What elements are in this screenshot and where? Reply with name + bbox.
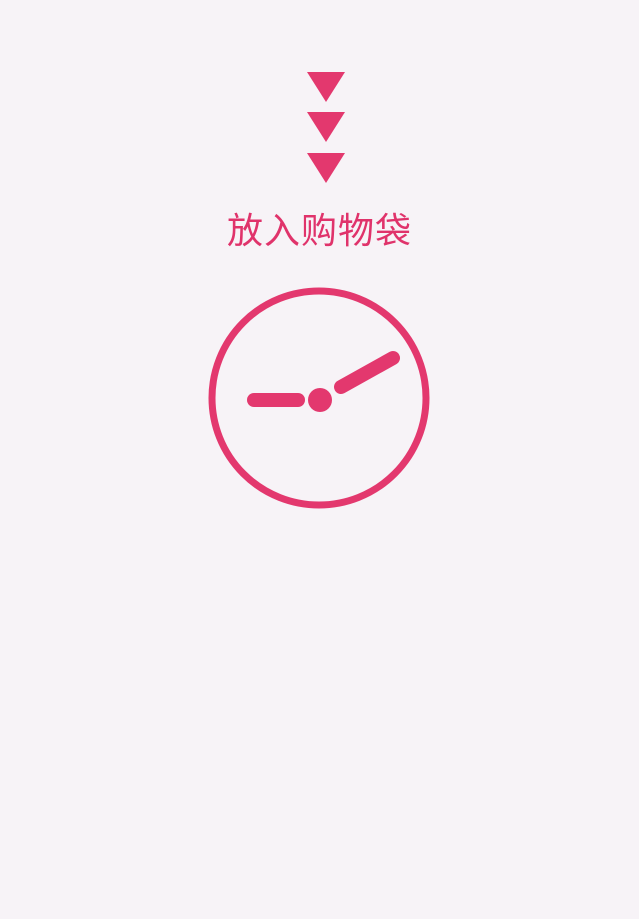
down-arrows-icon xyxy=(307,72,345,183)
arrow-down-icon-2 xyxy=(307,112,345,142)
clock-minute-hand xyxy=(334,351,400,394)
arrow-down-icon-1 xyxy=(307,72,345,102)
add-to-bag-label[interactable]: 放入购物袋 xyxy=(0,205,639,259)
clock-center xyxy=(308,388,332,412)
arrow-down-icon-3 xyxy=(307,153,345,183)
clock-icon xyxy=(208,287,430,509)
